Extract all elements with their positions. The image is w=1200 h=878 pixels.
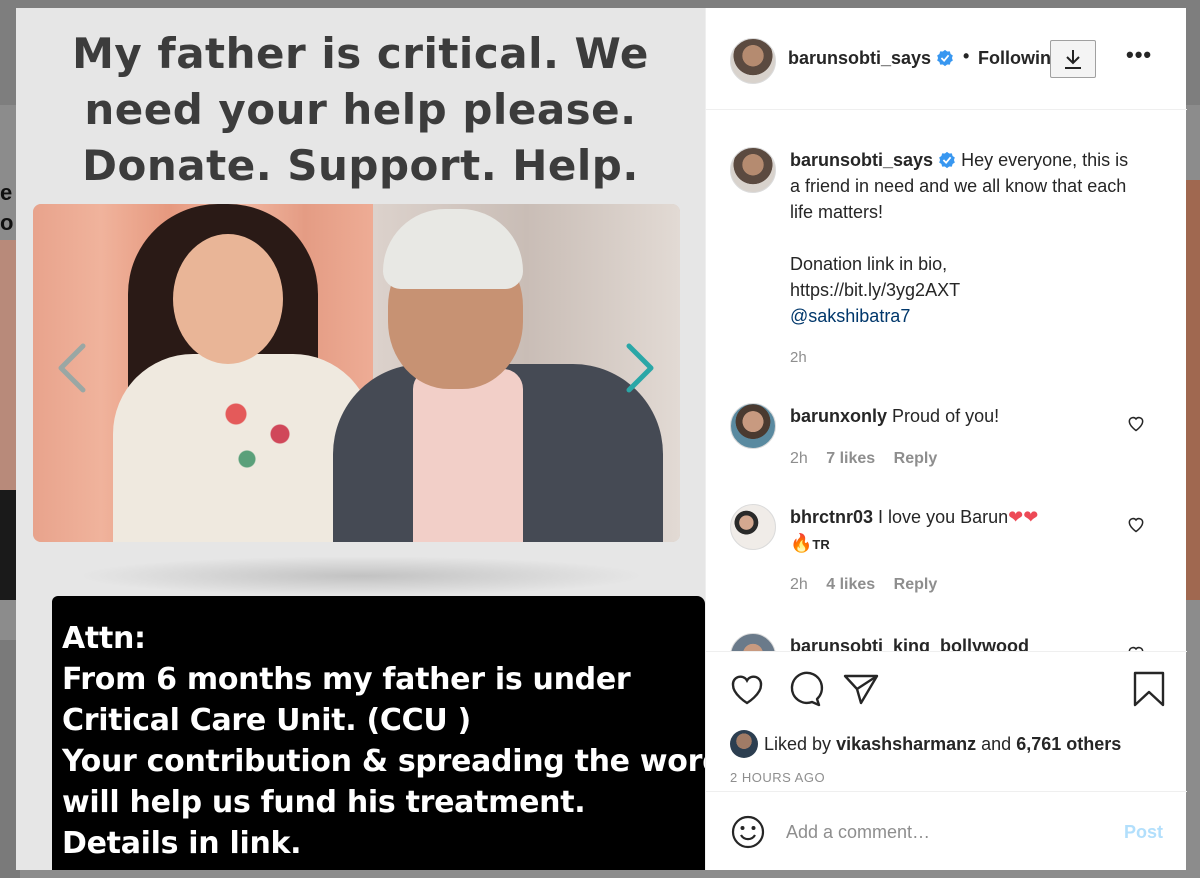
commenter-username[interactable]: barunsobti_king_bollywood [790,636,1029,651]
separator-dot: • [963,46,970,66]
chevron-right-icon [626,343,654,393]
commenter-username[interactable]: bhrctnr03 [790,507,873,527]
notice-line: Attn: [62,621,146,656]
like-comment-heart-icon[interactable] [1126,643,1146,651]
liked-by-and: and [981,734,1012,754]
donation-link[interactable]: https://bit.ly/3yg2AXT [790,277,1130,303]
comment-body: bhrctnr03 I love you Barun❤❤ 🔥TR [790,504,1110,558]
comment-body: barunsobti_king_bollywood [790,633,1110,651]
comment-meta: 2h 7 likes Reply [790,450,951,468]
following-button[interactable]: Following [978,48,1056,69]
post-media: My father is critical. We need your help… [16,8,705,870]
caption-username[interactable]: barunsobti_says [790,150,933,170]
liker-avatar[interactable] [730,730,758,758]
reply-button[interactable]: Reply [894,450,938,467]
verified-badge-icon [939,151,955,169]
comment-text: Proud of you! [892,406,1000,426]
reply-button[interactable]: Reply [894,576,938,593]
like-heart-icon[interactable] [728,670,766,708]
notice-line: From 6 months my father is under [62,662,631,697]
liker-username[interactable]: vikashsharmanz [836,734,976,754]
post-timestamp[interactable]: 2 HOURS AGO [730,770,825,785]
download-button[interactable] [1050,40,1096,78]
commenter-avatar[interactable] [730,633,776,651]
caption-avatar[interactable] [730,147,776,193]
comment-likes[interactable]: 7 likes [826,450,875,467]
mention-link[interactable]: @sakshibatra7 [790,303,1130,329]
more-options-icon[interactable]: ••• [1126,42,1152,68]
donation-text: Donation link in bio, [790,254,948,274]
photo-shadow [76,556,646,596]
comment-meta: 2h 4 likes Reply [790,576,951,594]
comment-likes[interactable]: 4 likes [826,576,875,593]
comments-list[interactable]: barunsobti_says Hey everyone, this is a … [706,111,1187,651]
comment-time[interactable]: 2h [790,576,808,593]
heart-emojis: ❤❤ [1008,507,1039,527]
notice-line: Your contribution & spreading the word [62,744,705,779]
post-caption: barunsobti_says Hey everyone, this is a … [790,147,1130,329]
post-photo [33,204,680,542]
download-icon [1065,50,1081,69]
notice-line: Details in link. [62,826,302,861]
author-avatar[interactable] [730,38,776,84]
add-comment-bar: Post [706,791,1187,870]
save-bookmark-icon[interactable] [1130,670,1168,708]
emoji-smiley-icon[interactable] [730,814,766,850]
chevron-left-icon [58,343,86,393]
post-actions: Liked by vikashsharmanz and 6,761 others… [706,651,1187,791]
comment-text-line2: TR [812,537,830,552]
next-image-arrow[interactable] [620,340,660,396]
liked-by-summary: Liked by vikashsharmanz and 6,761 others [730,730,1121,758]
comment-input[interactable] [786,818,1086,846]
post-comment-button[interactable]: Post [1124,822,1163,843]
background-thumbnail [1186,180,1200,600]
like-comment-heart-icon[interactable] [1126,413,1146,433]
post-headline: My father is critical. We need your help… [72,29,649,190]
post-header: barunsobti_says • Following ••• [706,8,1187,110]
liked-by-prefix: Liked by [764,734,832,754]
notice-line: Critical Care Unit. (CCU ) [62,703,471,738]
caption-time[interactable]: 2h [790,349,807,366]
comment-body: barunxonly Proud of you! [790,403,1110,429]
commenter-username[interactable]: barunxonly [790,406,887,426]
comment-bubble-icon[interactable] [786,670,824,708]
post-modal: My father is critical. We need your help… [16,8,1187,870]
notice-line: will help us fund his treatment. [62,785,586,820]
previous-image-arrow[interactable] [52,340,92,396]
like-comment-heart-icon[interactable] [1126,514,1146,534]
verified-badge-icon [937,49,953,67]
comment-time[interactable]: 2h [790,450,808,467]
likes-count[interactable]: 6,761 others [1016,734,1121,754]
background-thumbnail [0,490,16,600]
background-thumbnail [0,240,16,490]
attention-notice: Attn: From 6 months my father is under C… [52,596,705,870]
commenter-avatar[interactable] [730,504,776,550]
post-side-panel: barunsobti_says • Following ••• barunsob… [705,8,1187,870]
author-username[interactable]: barunsobti_says [788,48,931,69]
commenter-avatar[interactable] [730,403,776,449]
fire-emoji: 🔥 [790,533,813,553]
background-text-fragment: e o [0,180,14,235]
share-paper-plane-icon[interactable] [842,670,880,708]
comment-text: I love you Barun [878,507,1009,527]
